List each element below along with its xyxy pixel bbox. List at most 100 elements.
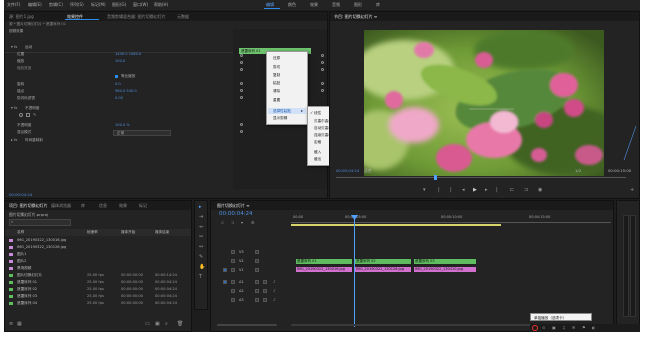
program-playhead[interactable]	[434, 175, 437, 180]
column-media-start[interactable]: 媒体开始	[121, 230, 135, 235]
reset-icon[interactable]	[321, 82, 324, 85]
timeline-clip-v2[interactable]: 遮罩序列 01	[295, 258, 353, 265]
icon-view-icon[interactable]: ▦	[17, 322, 22, 327]
mute-icon[interactable]	[255, 280, 259, 284]
workspace-libraries[interactable]: 库	[376, 2, 380, 8]
solo-icon[interactable]	[263, 298, 267, 302]
slip-tool-icon[interactable]: ↔	[199, 245, 203, 250]
timeline-ruler[interactable]: 00:00 00:00:05:00 00:00:10:00 00:00:15:0…	[291, 215, 611, 223]
reset-icon[interactable]	[321, 68, 324, 71]
new-bin-icon[interactable]: ▭	[145, 322, 150, 327]
workspace-color[interactable]: 颜色	[288, 2, 296, 8]
linked-selection-icon[interactable]: ⊃	[231, 220, 234, 225]
mark-in-icon[interactable]: ▾	[423, 188, 426, 193]
lock-icon[interactable]	[231, 280, 235, 284]
list-item[interactable]: 遮罩序列 04 25.00 fps 00:00:00:00 00:00:04:24	[7, 301, 189, 307]
column-name[interactable]: 名称	[17, 230, 24, 235]
tab-program[interactable]: 节目: 图片切换幻灯片 ≡	[334, 14, 377, 20]
source-patch[interactable]	[223, 268, 227, 272]
microphone-icon[interactable]: ♪	[273, 297, 276, 302]
track-v2[interactable]: V2	[211, 258, 283, 265]
submenu-hold[interactable]: 定格	[314, 140, 321, 145]
blend-mode-select[interactable]: 正常	[113, 130, 171, 136]
microphone-icon[interactable]: ♪	[273, 288, 276, 293]
tray-icon[interactable]: ◐	[592, 325, 596, 330]
keyframe-nav-icon[interactable]	[240, 61, 243, 64]
record-icon[interactable]	[532, 325, 538, 331]
work-area-bar[interactable]	[291, 224, 501, 226]
tab-effects[interactable]: 效果	[119, 203, 127, 209]
program-scrub-bar[interactable]	[336, 177, 626, 178]
track-v3[interactable]: V3	[211, 249, 283, 256]
menu-sequence[interactable]: 序列(S)	[70, 2, 84, 8]
menu-item-clear[interactable]: 清除	[273, 89, 280, 94]
keyframe-nav-icon[interactable]	[240, 68, 243, 71]
list-item[interactable]: IMG_20190322_130016.jpg	[7, 238, 189, 244]
eye-icon[interactable]	[255, 250, 259, 254]
snap-icon[interactable]: ⊂	[221, 220, 224, 225]
timeline-zoom-scrollbar[interactable]	[217, 324, 277, 326]
list-item[interactable]: 遮罩序列 03 25.00 fps 00:00:00:00 00:00:04:24	[7, 294, 189, 300]
add-button-icon[interactable]: +	[630, 188, 634, 193]
menu-clip[interactable]: 剪辑(C)	[49, 2, 63, 8]
play-icon[interactable]: ▶	[473, 188, 477, 193]
menu-item-reset[interactable]: 重置	[273, 98, 280, 103]
lock-icon[interactable]	[231, 259, 235, 263]
menu-item-copy[interactable]: 复制	[273, 73, 280, 78]
menu-window[interactable]: 窗口(W)	[133, 2, 148, 8]
solo-icon[interactable]	[263, 289, 267, 293]
track-a1[interactable]: A1 ♪	[211, 279, 283, 286]
timeline-clip-v1[interactable]: IMG_20190322_130016.jpg	[295, 266, 353, 273]
mute-icon[interactable]	[255, 289, 259, 293]
lift-icon[interactable]: ⊏	[510, 188, 514, 193]
export-frame-icon[interactable]: ◉	[538, 188, 542, 193]
timeline-clip-v2[interactable]: 遮罩序列 03	[413, 258, 477, 265]
new-item-icon[interactable]: ▣	[155, 322, 160, 327]
menu-item-undo[interactable]: 还原	[273, 56, 280, 61]
timeline-clip-v1[interactable]: IMG_20190322_130126.jpg	[354, 266, 412, 273]
list-item[interactable]: 遮罩序列 01 25.00 fps 00:00:00:00 00:00:04:24	[7, 280, 189, 286]
hand-tool-icon[interactable]: ✋	[199, 265, 205, 270]
ellipse-mask-icon[interactable]	[19, 113, 23, 117]
tab-source[interactable]: 源: 图片1.jpg	[9, 14, 34, 20]
tab-info[interactable]: 信息	[99, 203, 107, 209]
tab-metadata[interactable]: 元数据	[177, 14, 189, 20]
solo-icon[interactable]	[263, 280, 267, 284]
menu-marker[interactable]: 标记(M)	[91, 2, 106, 8]
submenu-linear[interactable]: 线性	[314, 111, 321, 116]
menu-item-show-clip[interactable]: 显示剪辑	[273, 116, 287, 121]
list-item[interactable]: 图片2	[7, 259, 189, 265]
eye-icon[interactable]	[255, 259, 259, 263]
menu-edit[interactable]: 编辑(E)	[28, 2, 42, 8]
menu-item-temporal-interp[interactable]: 选择性粘贴	[273, 109, 291, 114]
timeline-clip-v1[interactable]: IMG_20190322_130410.jpg	[413, 266, 477, 273]
add-marker-icon[interactable]: ▾	[241, 220, 243, 225]
keyframe-nav-icon[interactable]	[240, 54, 243, 57]
rect-mask-icon[interactable]	[26, 113, 30, 117]
workspace-graphics[interactable]: 图形	[354, 2, 362, 8]
uniform-scale-checkbox[interactable]	[115, 75, 118, 78]
tray-icon[interactable]: ⚑	[582, 325, 586, 330]
submenu-ease-in[interactable]: 缓入	[314, 150, 321, 155]
effects-timecode[interactable]: 00:00:04:24	[9, 192, 32, 197]
keyframe-nav-icon[interactable]	[240, 123, 243, 126]
menu-help[interactable]: 帮助(H)	[154, 2, 168, 8]
razor-icon[interactable]: ✂	[199, 235, 203, 240]
tab-markers[interactable]: 标记	[139, 203, 147, 209]
pen-tool-icon[interactable]: ✎	[199, 255, 203, 260]
workspace-audio[interactable]: 音频	[332, 2, 340, 8]
reset-icon[interactable]	[321, 61, 324, 64]
list-view-icon[interactable]: ≡	[9, 322, 13, 327]
list-item[interactable]: 黑场视频	[7, 266, 189, 272]
list-item[interactable]: 图片切换幻灯片 25.00 fps 00:00:00:00 00:00:14:24	[7, 273, 189, 279]
tab-audio-mixer[interactable]: 音频剪辑混合器: 图片切换幻灯片	[107, 14, 166, 20]
lock-icon[interactable]	[231, 250, 235, 254]
tray-icon[interactable]: ▣	[552, 325, 556, 330]
go-to-out-icon[interactable]: |	[496, 188, 498, 193]
wrench-icon[interactable]: ⚙	[251, 220, 255, 225]
tray-icon[interactable]: ⊙	[542, 325, 545, 330]
tab-libraries[interactable]: 库	[81, 203, 85, 209]
eye-icon[interactable]	[255, 268, 259, 272]
track-a2[interactable]: A2 ♪	[211, 288, 283, 295]
search-icon[interactable]: ⌕	[165, 322, 168, 327]
